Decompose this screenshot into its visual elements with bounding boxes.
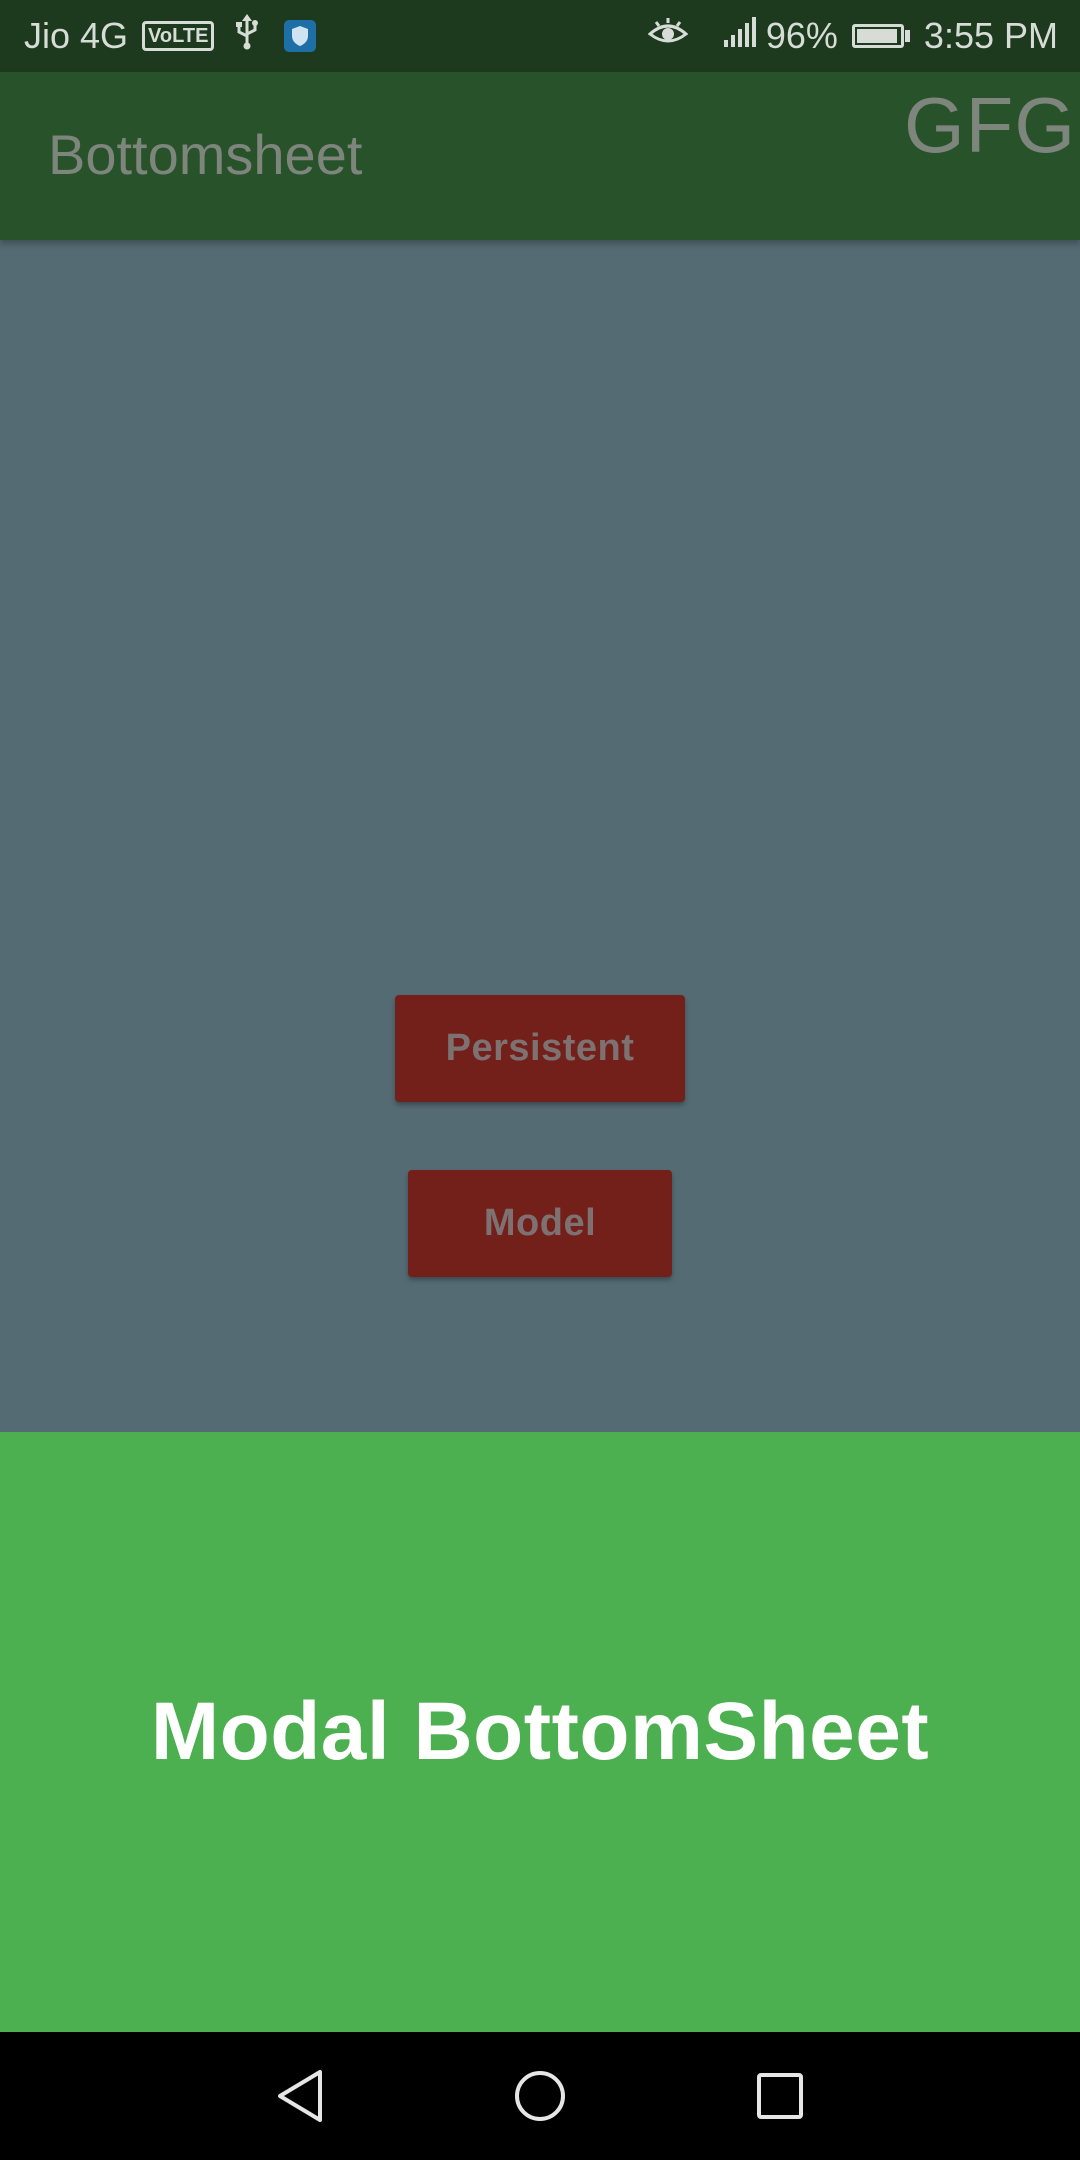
volte-badge: VoLTE bbox=[142, 21, 215, 51]
persistent-button[interactable]: Persistent bbox=[395, 995, 685, 1102]
status-right: 96% 3:55 PM bbox=[647, 0, 1058, 72]
model-button[interactable]: Model bbox=[408, 1170, 672, 1277]
recents-icon[interactable] bbox=[748, 2064, 812, 2128]
bottom-sheet-text: Modal BottomSheet bbox=[150, 1686, 930, 1777]
usb-icon bbox=[234, 13, 260, 59]
app-title: Bottomsheet bbox=[48, 123, 363, 186]
battery-icon bbox=[851, 24, 910, 48]
carrier-label: Jio 4G bbox=[24, 15, 129, 56]
status-left: Jio 4G VoLTE bbox=[24, 0, 317, 72]
back-icon[interactable] bbox=[268, 2064, 332, 2128]
clock: 3:55 PM bbox=[923, 15, 1058, 56]
home-icon[interactable] bbox=[508, 2064, 572, 2128]
signal-icon bbox=[722, 15, 758, 57]
eye-icon bbox=[647, 15, 689, 57]
app-bar: Bottomsheet GFG bbox=[0, 72, 1080, 240]
navigation-bar bbox=[0, 2032, 1080, 2160]
battery-percent: 96% bbox=[765, 15, 838, 56]
main-content-scrim[interactable]: Persistent Model bbox=[0, 240, 1080, 1432]
shield-icon bbox=[284, 20, 317, 52]
brand-label: GFG bbox=[904, 81, 1076, 169]
modal-bottom-sheet[interactable]: Modal BottomSheet bbox=[0, 1432, 1080, 2032]
status-bar: Jio 4G VoLTE 96% 3:55 PM bbox=[0, 0, 1080, 72]
screen: Jio 4G VoLTE 96% 3:55 PM Bottomsheet GFG… bbox=[0, 0, 1080, 2160]
